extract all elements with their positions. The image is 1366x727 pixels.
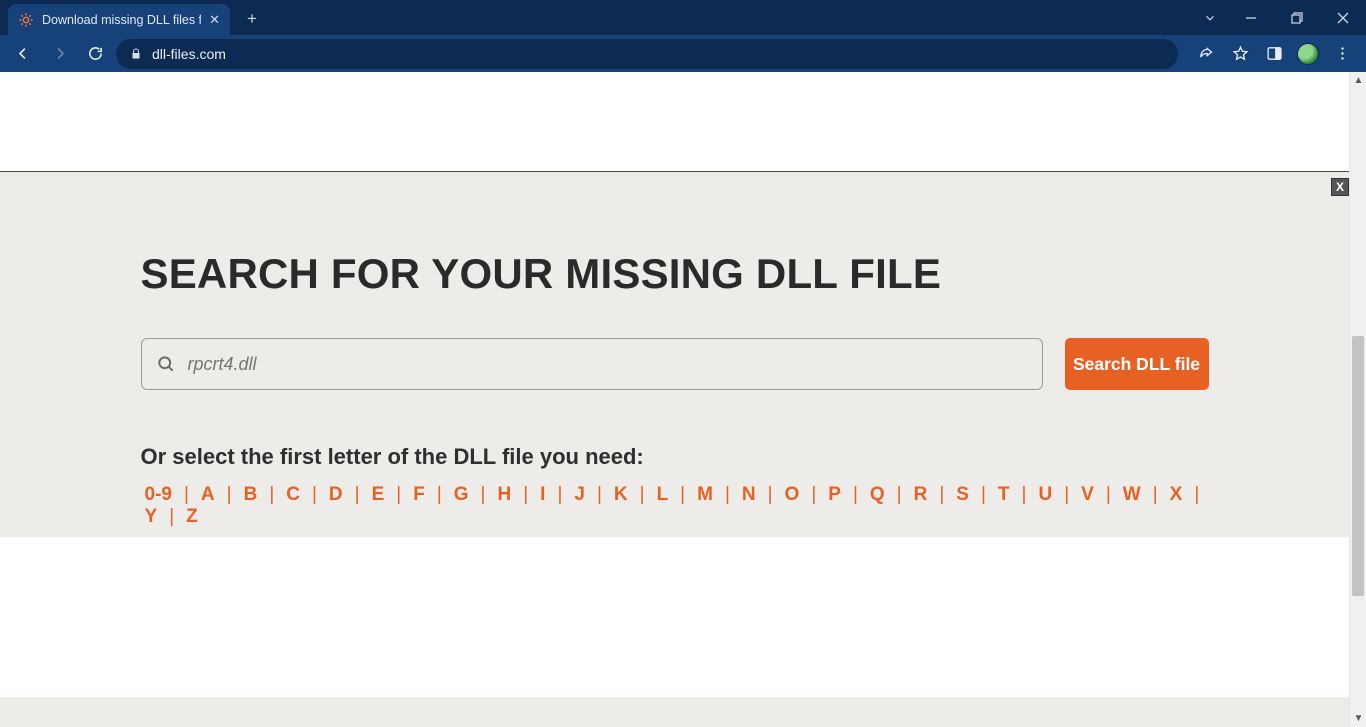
- letter-link-j[interactable]: J: [570, 484, 589, 506]
- letter-separator: |: [717, 484, 738, 506]
- letter-link-p[interactable]: P: [824, 484, 845, 506]
- letter-separator: |: [760, 484, 781, 506]
- bookmark-star-icon[interactable]: [1224, 39, 1256, 69]
- letter-separator: |: [1145, 484, 1166, 506]
- browser-toolbar: dll-files.com: [0, 35, 1366, 72]
- letter-link-f[interactable]: F: [409, 484, 429, 506]
- scroll-arrow-up-icon[interactable]: ▲: [1350, 72, 1366, 89]
- letter-separator: |: [1014, 484, 1035, 506]
- search-box[interactable]: [141, 338, 1043, 390]
- kebab-menu-icon[interactable]: [1326, 39, 1358, 69]
- letter-separator: |: [1186, 484, 1207, 506]
- letter-separator: |: [219, 484, 240, 506]
- letter-link-l[interactable]: L: [653, 484, 673, 506]
- letter-separator: |: [347, 484, 368, 506]
- letter-link-t[interactable]: T: [994, 484, 1014, 506]
- nav-forward-button[interactable]: [44, 39, 74, 69]
- tab-search-chevron-icon[interactable]: [1192, 11, 1228, 25]
- letter-index: 0-9|A|B|C|D|E|F|G|H|I|J|K|L|M|N|O|P|Q|R|…: [141, 484, 1209, 528]
- letter-separator: |: [473, 484, 494, 506]
- letter-link-w[interactable]: W: [1119, 484, 1145, 506]
- letter-separator: |: [632, 484, 653, 506]
- letter-separator: |: [304, 484, 325, 506]
- letter-separator: |: [388, 484, 409, 506]
- search-icon: [156, 354, 176, 374]
- top-ad-placeholder: [0, 72, 1349, 172]
- search-dll-button[interactable]: Search DLL file: [1065, 338, 1209, 390]
- avatar-icon: [1297, 43, 1319, 65]
- letter-link-x[interactable]: X: [1166, 484, 1187, 506]
- ad-close-button[interactable]: X: [1331, 178, 1349, 196]
- letter-separator: |: [1098, 484, 1119, 506]
- window-minimize-button[interactable]: [1228, 0, 1274, 35]
- profile-avatar[interactable]: [1292, 39, 1324, 69]
- letter-link-i[interactable]: I: [536, 484, 549, 506]
- page-headline: SEARCH FOR YOUR MISSING DLL FILE: [141, 250, 1209, 298]
- below-hero-whitespace: [0, 537, 1349, 697]
- address-bar[interactable]: dll-files.com: [116, 39, 1178, 69]
- page-content: X SEARCH FOR YOUR MISSING DLL FILE Searc…: [0, 72, 1349, 727]
- tab-title: Download missing DLL files for fr: [42, 13, 201, 27]
- letter-separator: |: [672, 484, 693, 506]
- nav-reload-button[interactable]: [80, 39, 110, 69]
- letter-separator: |: [176, 484, 197, 506]
- letter-link-n[interactable]: N: [738, 484, 760, 506]
- letter-link-d[interactable]: D: [325, 484, 347, 506]
- letter-separator: |: [973, 484, 994, 506]
- footer-strip: [0, 697, 1349, 727]
- toolbar-right-icons: [1184, 39, 1358, 69]
- letter-link-0-9[interactable]: 0-9: [141, 484, 176, 506]
- letter-link-e[interactable]: E: [368, 484, 389, 506]
- letter-link-q[interactable]: Q: [866, 484, 889, 506]
- letter-link-k[interactable]: K: [610, 484, 632, 506]
- letter-link-r[interactable]: R: [910, 484, 932, 506]
- tab-strip: Download missing DLL files for fr ✕ +: [8, 0, 266, 35]
- new-tab-button[interactable]: +: [238, 5, 266, 33]
- letter-separator: |: [889, 484, 910, 506]
- nav-back-button[interactable]: [8, 39, 38, 69]
- letter-separator: |: [515, 484, 536, 506]
- letter-link-a[interactable]: A: [197, 484, 219, 506]
- window-maximize-button[interactable]: [1274, 0, 1320, 35]
- letter-link-z[interactable]: Z: [182, 506, 202, 528]
- scroll-arrow-down-icon[interactable]: ▼: [1350, 710, 1366, 727]
- page-viewport: X SEARCH FOR YOUR MISSING DLL FILE Searc…: [0, 72, 1366, 727]
- letter-separator: |: [803, 484, 824, 506]
- letter-link-o[interactable]: O: [781, 484, 804, 506]
- letter-separator: |: [931, 484, 952, 506]
- vertical-scrollbar[interactable]: ▲ ▼: [1349, 72, 1366, 727]
- tab-close-icon[interactable]: ✕: [209, 13, 220, 26]
- letter-link-m[interactable]: M: [693, 484, 717, 506]
- scrollbar-thumb[interactable]: [1352, 336, 1364, 596]
- letter-separator: |: [1056, 484, 1077, 506]
- letter-separator: |: [549, 484, 570, 506]
- letter-separator: |: [261, 484, 282, 506]
- window-controls: [1228, 0, 1366, 35]
- letter-link-s[interactable]: S: [952, 484, 973, 506]
- share-icon[interactable]: [1190, 39, 1222, 69]
- letter-link-v[interactable]: V: [1077, 484, 1098, 506]
- window-titlebar: Download missing DLL files for fr ✕ +: [0, 0, 1366, 35]
- letter-link-c[interactable]: C: [282, 484, 304, 506]
- lock-icon: [130, 48, 142, 60]
- letter-link-y[interactable]: Y: [141, 506, 162, 528]
- letter-separator: |: [429, 484, 450, 506]
- letter-separator: |: [589, 484, 610, 506]
- letter-link-g[interactable]: G: [450, 484, 473, 506]
- tab-favicon-icon: [18, 12, 34, 28]
- address-bar-url: dll-files.com: [152, 46, 1164, 62]
- window-close-button[interactable]: [1320, 0, 1366, 35]
- letter-index-heading: Or select the first letter of the DLL fi…: [141, 444, 1209, 470]
- letter-separator: |: [161, 506, 182, 528]
- browser-tab[interactable]: Download missing DLL files for fr ✕: [8, 4, 230, 35]
- hero-section: X SEARCH FOR YOUR MISSING DLL FILE Searc…: [0, 172, 1349, 537]
- search-row: Search DLL file: [141, 338, 1209, 390]
- letter-link-u[interactable]: U: [1034, 484, 1056, 506]
- dll-search-input[interactable]: [188, 354, 1028, 375]
- letter-link-b[interactable]: B: [240, 484, 262, 506]
- side-panel-icon[interactable]: [1258, 39, 1290, 69]
- letter-link-h[interactable]: H: [493, 484, 515, 506]
- letter-separator: |: [845, 484, 866, 506]
